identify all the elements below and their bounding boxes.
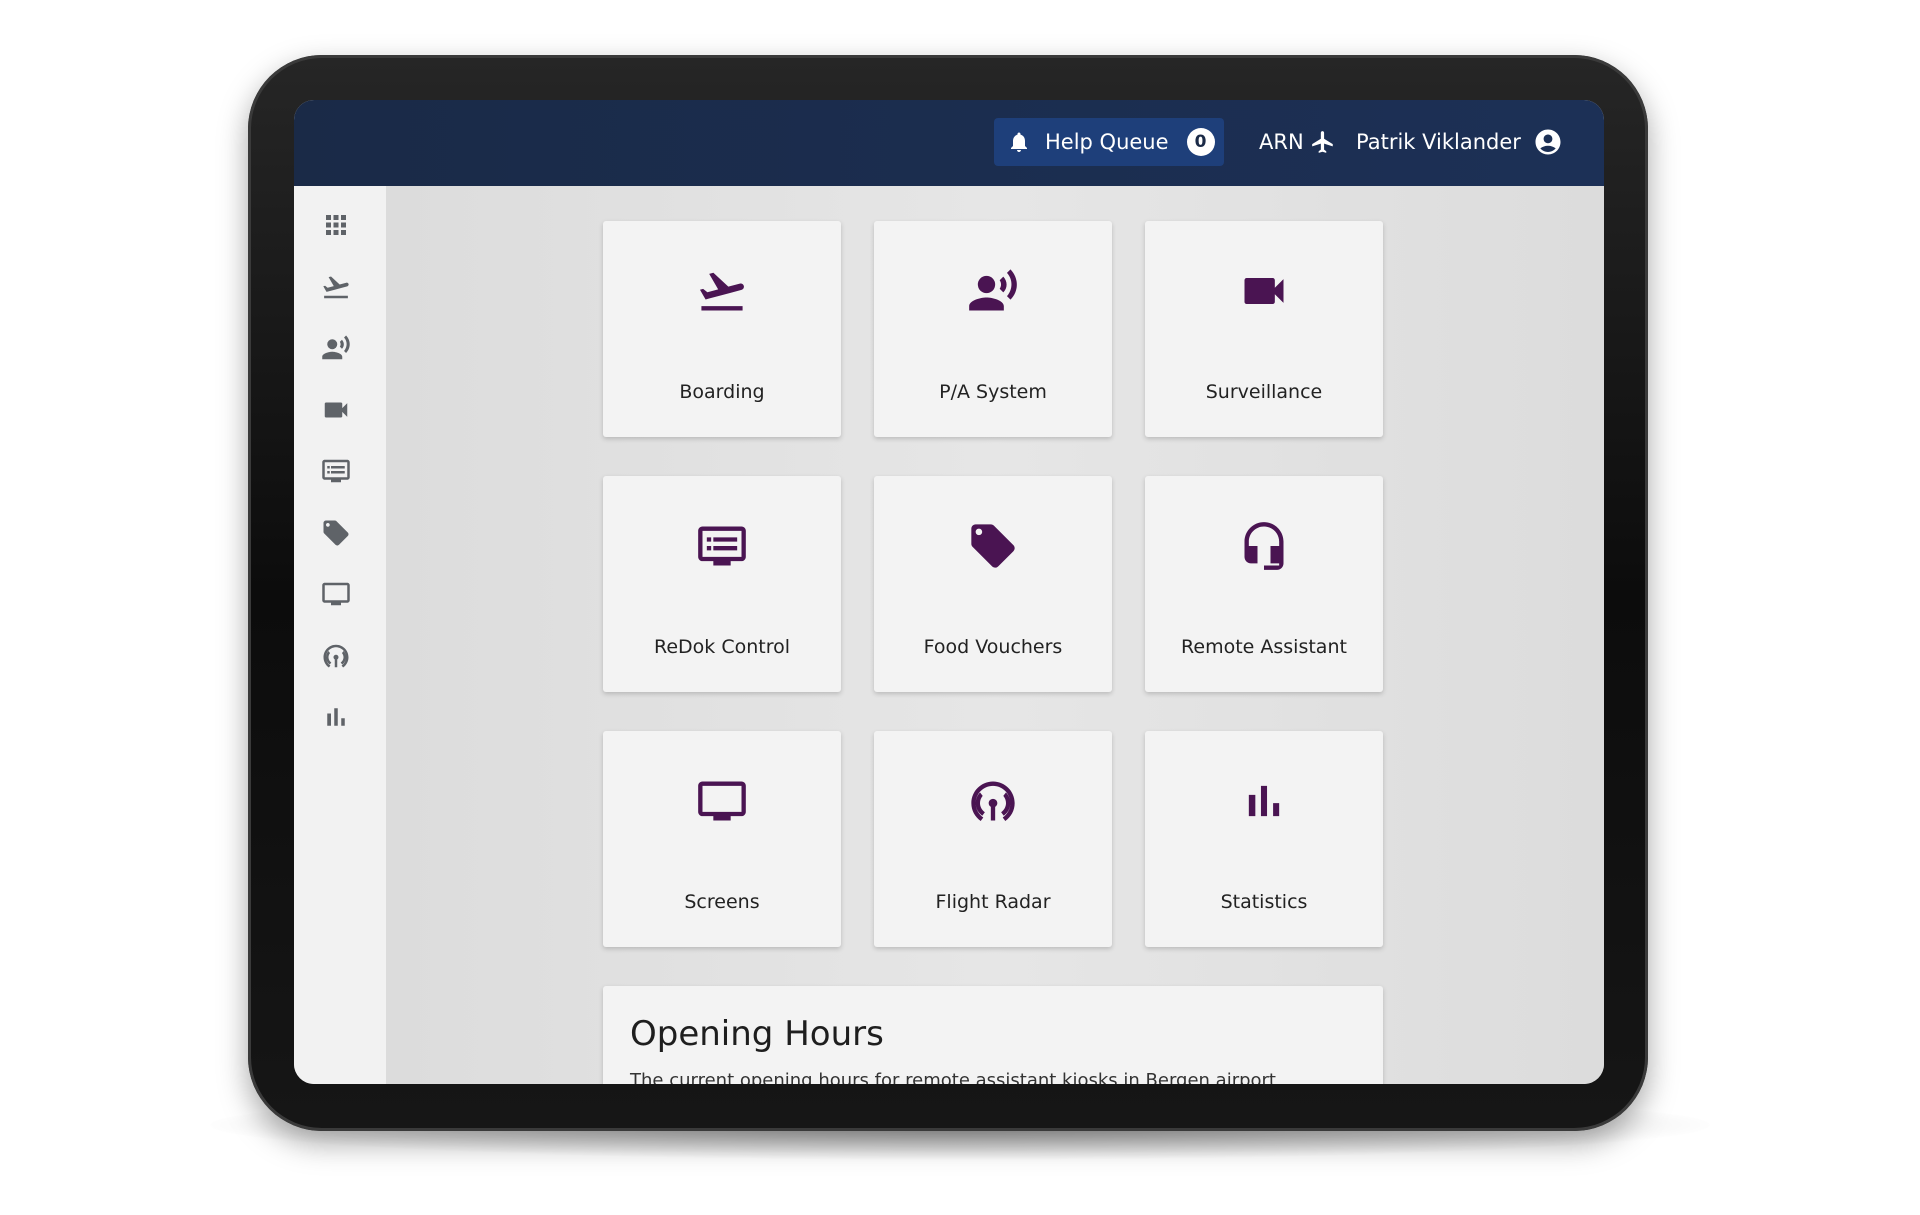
tag-icon xyxy=(967,520,1019,572)
pa-system-icon xyxy=(967,265,1019,317)
tile-boarding[interactable]: Boarding xyxy=(603,221,841,437)
sidebar-item-redok-control[interactable] xyxy=(320,455,352,487)
tile-label: Flight Radar xyxy=(935,891,1051,913)
sidebar-item-boarding[interactable] xyxy=(320,271,352,303)
monitor-icon xyxy=(696,775,748,827)
bar-chart-icon xyxy=(327,708,345,726)
departure-icon xyxy=(696,265,748,317)
help-queue-button[interactable]: Help Queue 0 xyxy=(994,118,1224,166)
tile-food-vouchers[interactable]: Food Vouchers xyxy=(874,476,1112,692)
tile-screens[interactable]: Screens xyxy=(603,731,841,947)
tile-remote-assistant[interactable]: Remote Assistant xyxy=(1145,476,1383,692)
tag-icon xyxy=(323,520,349,546)
airport-code: ARN xyxy=(1259,130,1304,154)
tablet-screen: Help Queue 0 ARN Patrik Viklander Boardi… xyxy=(294,100,1604,1084)
tile-label: Statistics xyxy=(1220,891,1308,913)
apps-grid-icon xyxy=(326,215,346,235)
tile-label: P/A System xyxy=(939,381,1047,403)
tile-redok-control[interactable]: ReDok Control xyxy=(603,476,841,692)
tile-label: ReDok Control xyxy=(653,636,790,658)
opening-hours-description: The current opening hours for remote ass… xyxy=(630,1070,1276,1084)
headset-icon xyxy=(1238,520,1290,572)
opening-hours-card: Opening Hours The current opening hours … xyxy=(603,986,1383,1084)
help-queue-label: Help Queue xyxy=(1045,130,1169,154)
pa-system-icon xyxy=(322,335,350,360)
tile-label: Food Vouchers xyxy=(923,636,1063,658)
radar-icon xyxy=(967,775,1019,827)
account-circle-icon xyxy=(1535,129,1561,155)
opening-hours-title: Opening Hours xyxy=(630,1014,884,1054)
sidebar-item-food-vouchers[interactable] xyxy=(320,517,352,549)
tile-label: Boarding xyxy=(679,381,765,403)
sidebar-item-dashboard[interactable] xyxy=(320,209,352,241)
user-menu[interactable]: Patrik Viklander xyxy=(1356,122,1563,162)
display-list-icon xyxy=(696,520,748,572)
radar-icon xyxy=(323,644,349,668)
display-list-icon xyxy=(322,459,350,483)
top-bar: Help Queue 0 ARN Patrik Viklander xyxy=(294,100,1604,186)
tile-statistics[interactable]: Statistics xyxy=(1145,731,1383,947)
tile-pa-system[interactable]: P/A System xyxy=(874,221,1112,437)
tile-label: Remote Assistant xyxy=(1181,636,1347,658)
sidebar-item-pa-system[interactable] xyxy=(320,332,352,364)
sidebar-item-screens[interactable] xyxy=(320,578,352,610)
tile-flight-radar[interactable]: Flight Radar xyxy=(874,731,1112,947)
monitor-icon xyxy=(322,582,350,606)
tile-surveillance[interactable]: Surveillance xyxy=(1145,221,1383,437)
video-camera-icon xyxy=(324,402,348,418)
airplane-icon xyxy=(1311,131,1333,153)
departure-icon xyxy=(323,276,349,299)
sidebar-item-statistics[interactable] xyxy=(320,701,352,733)
airport-selector[interactable]: ARN xyxy=(1259,122,1336,162)
bell-icon xyxy=(1011,132,1027,152)
sidebar xyxy=(294,186,387,1084)
help-queue-count-badge: 0 xyxy=(1186,128,1215,156)
video-camera-icon xyxy=(1238,265,1290,317)
sidebar-item-flight-radar[interactable] xyxy=(320,640,352,672)
sidebar-item-surveillance[interactable] xyxy=(320,394,352,426)
bar-chart-icon xyxy=(1238,775,1290,827)
main-content: Boarding P/A System Surveillance ReDok C… xyxy=(387,186,1604,1084)
user-name: Patrik Viklander xyxy=(1356,130,1521,154)
tile-label: Screens xyxy=(684,891,760,913)
tile-label: Surveillance xyxy=(1205,381,1323,403)
